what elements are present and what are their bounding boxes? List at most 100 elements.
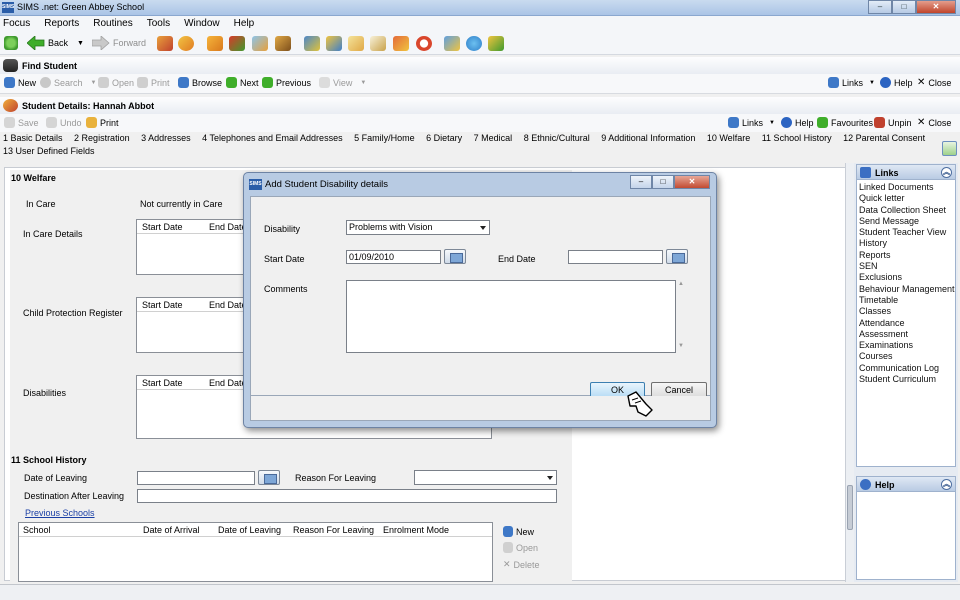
dialog-maximize-button[interactable]: □ — [652, 175, 674, 189]
clock-icon[interactable] — [416, 36, 432, 51]
timetable-icon[interactable] — [326, 36, 342, 51]
flags-icon[interactable] — [229, 36, 245, 51]
reports-icon[interactable] — [444, 36, 460, 51]
link-assessment[interactable]: Assessment — [857, 329, 955, 340]
previous-schools-grid[interactable]: School Date of Arrival Date of Leaving R… — [18, 522, 493, 582]
date-of-leaving-input[interactable] — [137, 471, 255, 485]
scrollbar-thumb[interactable] — [847, 485, 853, 530]
student-help-button[interactable]: Help — [781, 117, 814, 128]
previous-schools-link[interactable]: Previous Schools — [25, 508, 95, 518]
link-history[interactable]: History — [857, 238, 955, 249]
menu-routines[interactable]: Routines — [93, 16, 132, 31]
student-links-button[interactable]: Links ▼ — [728, 117, 775, 128]
link-send-message[interactable]: Send Message — [857, 216, 955, 227]
envelope-icon[interactable] — [252, 36, 268, 51]
menu-help[interactable]: Help — [234, 16, 255, 31]
menu-window[interactable]: Window — [184, 16, 220, 31]
open-button[interactable]: Open — [98, 77, 134, 88]
find-help-button[interactable]: Help — [880, 77, 913, 88]
link-courses[interactable]: Courses — [857, 351, 955, 362]
search-button[interactable]: Search ▼ — [40, 77, 96, 88]
link-examinations[interactable]: Examinations — [857, 340, 955, 351]
comments-scroll-down-icon[interactable]: ▼ — [678, 343, 684, 349]
comments-scroll-up-icon[interactable]: ▲ — [678, 281, 684, 287]
tab-medical[interactable]: 7 Medical — [474, 133, 513, 143]
collapse-chevron-icon[interactable]: ︽ — [941, 167, 952, 178]
tab-addresses[interactable]: 3 Addresses — [141, 133, 191, 143]
contacts-icon[interactable] — [178, 36, 194, 51]
school-open-button[interactable]: Open — [503, 542, 538, 553]
document-icon[interactable] — [348, 36, 364, 51]
link-classes[interactable]: Classes — [857, 306, 955, 317]
menu-reports[interactable]: Reports — [44, 16, 79, 31]
tab-telephones[interactable]: 4 Telephones and Email Addresses — [202, 133, 342, 143]
tab-user-defined-fields[interactable]: 13 User Defined Fields — [3, 146, 95, 156]
favourites-button[interactable]: Favourites — [817, 117, 873, 128]
browse-button[interactable]: Browse — [178, 77, 222, 88]
tab-dietary[interactable]: 6 Dietary — [426, 133, 462, 143]
menu-focus[interactable]: Focus — [3, 16, 30, 31]
student-print-button[interactable]: Print — [86, 117, 119, 128]
link-timetable[interactable]: Timetable — [857, 295, 955, 306]
link-behaviour-management[interactable]: Behaviour Management — [857, 284, 955, 295]
previous-button[interactable]: Previous — [262, 77, 311, 88]
tab-registration[interactable]: 2 Registration — [74, 133, 130, 143]
building-icon[interactable] — [304, 36, 320, 51]
tab-basic-details[interactable]: 1 Basic Details — [3, 133, 63, 143]
home-button[interactable] — [4, 35, 18, 51]
link-sen[interactable]: SEN — [857, 261, 955, 272]
find-links-button[interactable]: Links ▼ — [828, 77, 875, 88]
minimize-button[interactable]: – — [868, 0, 892, 14]
save-button[interactable]: Save — [4, 117, 39, 128]
school-delete-button[interactable]: ✕ Delete — [503, 559, 540, 570]
books-icon[interactable] — [207, 36, 223, 51]
undo-button[interactable]: Undo — [46, 117, 82, 128]
find-close-button[interactable]: ✕ Close — [917, 77, 951, 88]
disability-select[interactable]: Problems with Vision — [346, 220, 490, 235]
help-panel-header[interactable]: Help ︽ — [856, 476, 956, 492]
link-student-teacher-view[interactable]: Student Teacher View — [857, 227, 955, 238]
tab-additional-information[interactable]: 9 Additional Information — [601, 133, 695, 143]
back-button[interactable]: Back ▼ — [27, 35, 84, 51]
close-window-button[interactable]: ✕ — [916, 0, 956, 14]
tab-family-home[interactable]: 5 Family/Home — [354, 133, 415, 143]
content-scrollbar[interactable] — [845, 163, 854, 582]
destination-input[interactable] — [137, 489, 557, 503]
link-linked-documents[interactable]: Linked Documents — [857, 182, 955, 193]
maximize-button[interactable]: □ — [892, 0, 916, 14]
tab-ethnic-cultural[interactable]: 8 Ethnic/Cultural — [524, 133, 590, 143]
school-new-button[interactable]: New — [503, 526, 534, 537]
unpin-button[interactable]: Unpin — [874, 117, 912, 128]
start-date-input[interactable]: 01/09/2010 — [346, 250, 441, 264]
link-data-collection-sheet[interactable]: Data Collection Sheet — [857, 205, 955, 216]
globe-icon[interactable] — [466, 36, 482, 51]
link-attendance[interactable]: Attendance — [857, 318, 955, 329]
print-button[interactable]: Print — [137, 77, 170, 88]
dialog-minimize-button[interactable]: – — [630, 175, 652, 189]
view-button[interactable]: View ▼ — [319, 77, 366, 88]
collapse-chevron-icon[interactable]: ︽ — [941, 479, 952, 490]
tab-school-history[interactable]: 11 School History — [762, 133, 832, 143]
tab-parental-consent[interactable]: 12 Parental Consent — [843, 133, 925, 143]
dialog-close-button[interactable]: ✕ — [674, 175, 710, 189]
date-of-leaving-calendar-button[interactable] — [258, 470, 280, 485]
link-communication-log[interactable]: Communication Log — [857, 363, 955, 374]
link-student-curriculum[interactable]: Student Curriculum — [857, 374, 955, 385]
start-date-calendar-button[interactable] — [444, 249, 466, 264]
link-reports[interactable]: Reports — [857, 250, 955, 261]
link-quick-letter[interactable]: Quick letter — [857, 193, 955, 204]
end-date-input[interactable] — [568, 250, 663, 264]
notes-icon[interactable] — [370, 36, 386, 51]
links-panel-header[interactable]: Links ︽ — [856, 164, 956, 180]
comments-textarea[interactable] — [346, 280, 676, 353]
menu-tools[interactable]: Tools — [147, 16, 170, 31]
tab-welfare[interactable]: 10 Welfare — [707, 133, 750, 143]
student-close-button[interactable]: ✕ Close — [917, 117, 951, 128]
refresh-icon[interactable] — [942, 141, 957, 156]
end-date-calendar-button[interactable] — [666, 249, 688, 264]
next-button[interactable]: Next — [226, 77, 259, 88]
reason-for-leaving-select[interactable] — [414, 470, 557, 485]
students-icon[interactable] — [157, 36, 173, 51]
tools-icon[interactable] — [488, 36, 504, 51]
link-exclusions[interactable]: Exclusions — [857, 272, 955, 283]
